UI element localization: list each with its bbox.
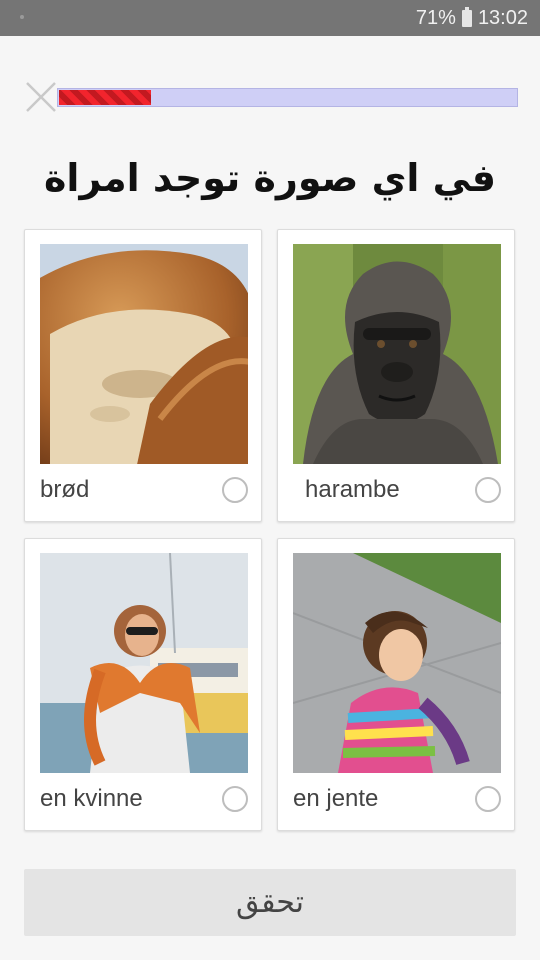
check-button[interactable]: تحقق — [24, 869, 516, 936]
option-card-girl[interactable]: en jente — [277, 538, 515, 831]
option-radio[interactable] — [475, 477, 501, 503]
progress-fill — [59, 90, 151, 105]
lesson-progress-bar — [57, 88, 518, 107]
option-label: en jente — [293, 785, 379, 812]
clock: 13:02 — [477, 6, 528, 29]
bread-image — [40, 244, 248, 464]
question-title: في اي صورة توجد امراة — [43, 156, 497, 200]
close-button[interactable] — [24, 80, 58, 114]
gorilla-image — [293, 244, 501, 464]
girl-image — [293, 553, 501, 773]
status-indicators: 71% 13:02 — [416, 6, 528, 30]
option-card-bread[interactable]: brød — [24, 229, 262, 522]
option-card-woman[interactable]: en kvinne — [24, 538, 262, 831]
status-bar: 71% 13:02 — [0, 0, 540, 36]
option-radio[interactable] — [222, 786, 248, 812]
option-radio[interactable] — [475, 786, 501, 812]
close-icon — [26, 82, 56, 112]
option-label: en kvinne — [40, 785, 143, 812]
notification-dot-icon — [20, 15, 24, 19]
option-radio[interactable] — [222, 477, 248, 503]
option-label: harambe — [305, 476, 400, 503]
option-card-gorilla[interactable]: harambe — [277, 229, 515, 522]
battery-icon — [461, 6, 472, 27]
woman-image — [40, 553, 248, 773]
option-label: brød — [40, 476, 90, 503]
battery-percentage: 71% — [415, 6, 456, 29]
